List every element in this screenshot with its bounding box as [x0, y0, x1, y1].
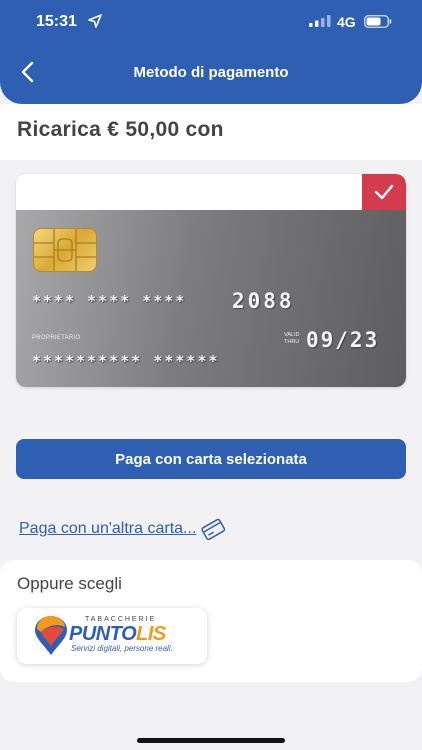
logo-brand: PUNTOLIS — [69, 623, 166, 646]
card-number-masked: **** **** **** — [32, 292, 187, 310]
card-body: **** **** **** 2088 PROPRIETARIO VALID T… — [16, 210, 406, 387]
saved-card[interactable]: **** **** **** 2088 PROPRIETARIO VALID T… — [16, 174, 406, 387]
pay-other-card-link[interactable]: Paga con un'altra carta... — [19, 518, 226, 540]
card-owner-masked: ********** ****** — [32, 352, 220, 370]
signal-icon — [309, 15, 331, 27]
alternatives-title: Oppure scegli — [17, 574, 122, 593]
logo-tagline: Servizi digitali, persone reali. — [71, 644, 173, 653]
puntolis-logo-icon — [35, 616, 67, 655]
card-owner-label: PROPRIETARIO — [32, 335, 81, 341]
pay-selected-card-button[interactable]: Paga con carta selezionata — [16, 439, 406, 479]
puntolis-option-button[interactable]: TABACCHERIE PUNTOLIS Servizi digitali, p… — [17, 608, 207, 664]
chip-lines — [34, 229, 96, 271]
card-header-strip — [16, 174, 406, 210]
status-bar: 15:31 4G — [0, 0, 422, 44]
logo-brand-part1: PUNTO — [69, 623, 137, 645]
logo-top-text: TABACCHERIE — [85, 616, 157, 623]
network-type: 4G — [337, 14, 356, 30]
status-time: 15:31 — [36, 13, 77, 30]
recharge-title: Ricarica € 50,00 con — [17, 118, 224, 141]
card-last4: 2088 — [232, 289, 295, 313]
checkmark-icon — [374, 184, 394, 200]
card-expiry: 09/23 — [306, 328, 380, 352]
location-arrow-icon — [88, 14, 102, 28]
pay-other-card-label: Paga con un'altra carta... — [19, 520, 197, 537]
card-chip-icon — [33, 228, 97, 272]
app-header: 15:31 4G Metodo di pagamento — [0, 0, 422, 104]
alternatives-section: Oppure scegli TABACCHERIE PUNTOLIS Servi… — [0, 560, 422, 682]
battery-icon — [364, 15, 392, 28]
card-valid-label: VALID THRU — [284, 332, 300, 345]
credit-card-icon — [201, 518, 226, 540]
card-selected-badge[interactable] — [362, 174, 406, 210]
home-indicator — [137, 738, 285, 743]
logo-brand-part2: LIS — [136, 623, 166, 645]
page-title: Metodo di pagamento — [133, 64, 289, 81]
